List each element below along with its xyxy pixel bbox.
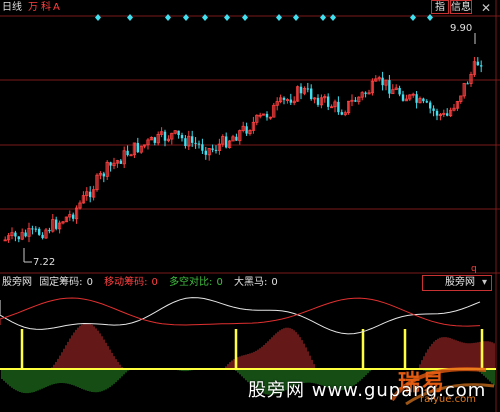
fixed-chip-line: [0, 297, 481, 335]
signal-diamond: [127, 14, 133, 21]
signal-diamond: [165, 14, 171, 21]
candle-body: [289, 99, 292, 103]
indicator-select-value: 股旁网: [445, 277, 475, 288]
candle-body: [245, 126, 248, 134]
candle-body: [381, 77, 384, 86]
candle-body: [337, 101, 340, 113]
price-annotations: 9.90 7.22 q: [23, 23, 477, 274]
candle-body: [388, 80, 391, 94]
candle-body: [214, 149, 218, 151]
candle-body: [126, 150, 129, 156]
candle-body: [24, 232, 27, 237]
candle-body: [401, 94, 405, 101]
signal-diamond: [427, 14, 433, 21]
signal-diamond: [293, 14, 299, 21]
chart-canvas[interactable]: 9.90 7.22 q: [0, 0, 500, 412]
signal-diamond: [202, 14, 208, 21]
candle-body: [72, 214, 75, 219]
indicator-select[interactable]: 股旁网 ▾: [422, 275, 492, 291]
watermark-domain: raiyue.com: [420, 394, 476, 405]
candle-body: [235, 136, 238, 141]
indicator-item-fixed: 固定筹码: 0: [39, 277, 93, 288]
candle-body: [476, 61, 479, 66]
candle-body: [89, 191, 92, 198]
candle-body: [197, 143, 201, 145]
indicator-item-ratio: 多空对比: 0: [169, 277, 223, 288]
candle-body: [310, 88, 313, 100]
candle-body: [163, 131, 167, 141]
candle-body: [299, 86, 303, 94]
candle-body: [432, 108, 435, 111]
candle-body: [201, 144, 204, 151]
candle-body: [327, 96, 330, 107]
signal-diamond: [224, 14, 230, 21]
candle-body: [48, 229, 51, 232]
candle-body: [177, 130, 180, 136]
signal-diamond: [95, 14, 101, 21]
candle-body: [422, 98, 425, 102]
candle-body: [31, 228, 34, 230]
signal-diamond: [183, 14, 189, 21]
signal-diamond: [320, 14, 326, 21]
candle-body: [225, 136, 228, 148]
candle-body: [480, 65, 483, 67]
candle-body: [41, 234, 44, 239]
signal-diamond: [242, 14, 248, 21]
candle-body: [282, 97, 286, 100]
candle-body: [153, 137, 156, 143]
candle-body: [354, 100, 357, 102]
candle-body: [435, 110, 439, 116]
low-price-label: 7.22: [33, 257, 55, 268]
candle-body: [204, 150, 207, 155]
candle-body: [184, 138, 187, 147]
candle-body: [109, 162, 112, 166]
candle-body: [446, 113, 449, 116]
candle-body: [34, 228, 37, 230]
moving-chip-line: [0, 297, 481, 327]
candle-body: [14, 232, 17, 237]
candle-body: [415, 94, 418, 103]
candle-body: [211, 148, 214, 150]
grid-lines: [0, 0, 500, 412]
candle-body: [102, 173, 105, 177]
chevron-down-icon: ▾: [481, 277, 487, 288]
candlestick-series: [3, 56, 483, 243]
candle-body: [306, 88, 309, 90]
candle-body: [340, 112, 343, 115]
signal-diamond: [330, 14, 336, 21]
indicator-item-moving: 移动筹码: 0: [104, 277, 158, 288]
high-price-label: 9.90: [450, 23, 472, 34]
candle-body: [429, 102, 432, 109]
candle-body: [398, 87, 401, 95]
candle-body: [136, 142, 139, 153]
candle-body: [180, 135, 184, 139]
candle-body: [55, 219, 58, 229]
candle-body: [364, 92, 367, 94]
signal-diamond: [410, 14, 416, 21]
signal-diamonds: [95, 14, 433, 21]
candle-body: [191, 136, 194, 143]
indicator-item-horse: 大黑马: 0: [234, 277, 278, 288]
candle-body: [38, 228, 41, 235]
q-marker: q: [471, 264, 477, 274]
candle-body: [425, 101, 428, 103]
signal-diamond: [276, 14, 282, 21]
candle-body: [265, 113, 269, 118]
candle-body: [194, 142, 197, 144]
indicator-header: 股旁网 固定筹码: 0 移动筹码: 0 多空对比: 0 大黑马: 0: [2, 276, 286, 290]
candle-body: [17, 236, 20, 240]
candle-body: [466, 83, 469, 85]
indicator-name: 股旁网: [2, 277, 32, 288]
candle-body: [119, 160, 122, 164]
candle-body: [316, 97, 320, 105]
